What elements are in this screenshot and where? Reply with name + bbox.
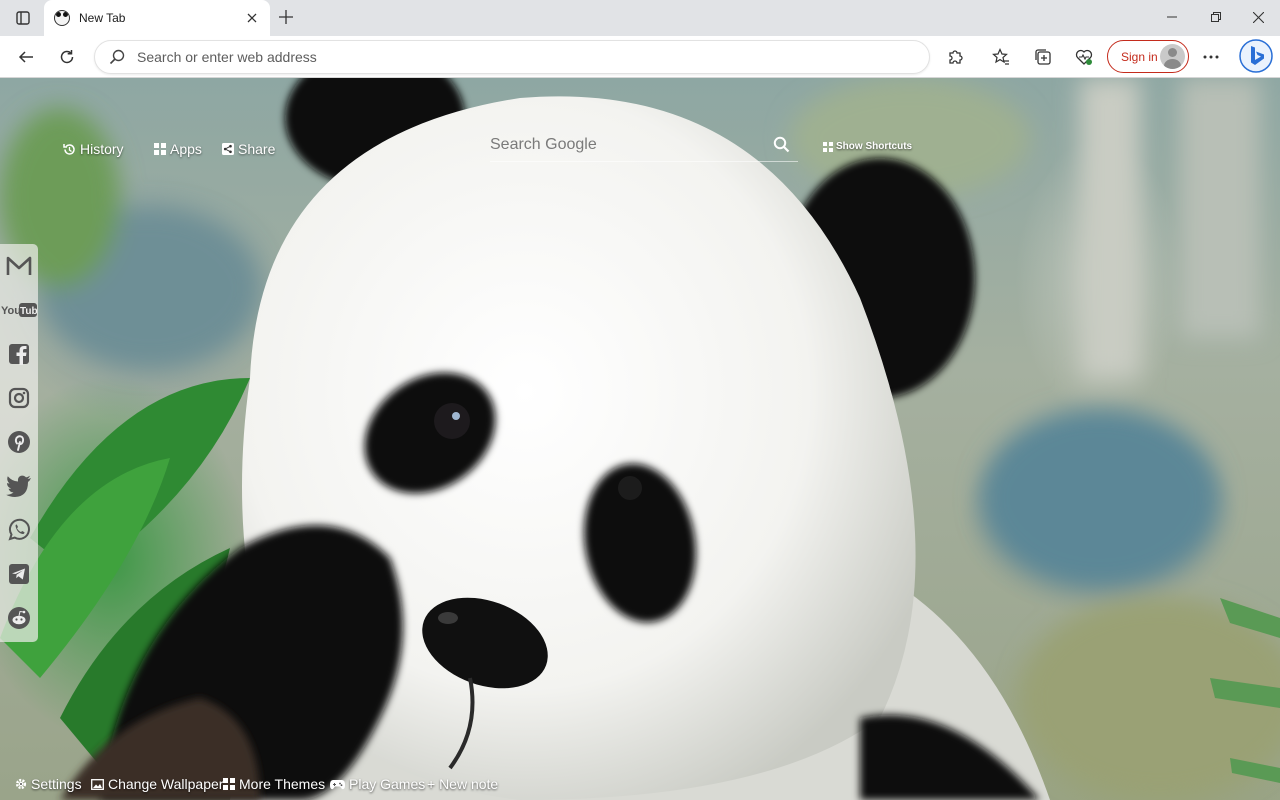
gmail-icon [6,256,32,275]
panda-wallpaper [0,78,1280,800]
pinterest-icon [8,431,30,453]
tab-close-button[interactable] [240,6,264,30]
youtube-icon: YouTube [1,303,37,317]
twitter-icon [6,475,31,497]
more-themes-label: More Themes [239,776,326,792]
sign-in-button[interactable]: Sign in [1107,40,1189,73]
telegram-link[interactable] [0,554,38,594]
bing-icon [1239,39,1273,73]
history-link[interactable]: History [63,140,124,158]
themes-grid-icon [223,778,235,790]
telegram-icon [9,564,29,584]
reddit-icon [8,607,30,629]
back-button[interactable] [10,41,42,73]
google-search-box [490,128,798,162]
close-icon [1252,11,1264,23]
tab-actions-icon [16,11,30,25]
instagram-icon [8,387,30,409]
new-note-link[interactable]: + New note [427,775,498,793]
play-games-link[interactable]: Play Games [330,775,425,793]
refresh-button[interactable] [51,41,83,73]
search-icon [773,136,789,153]
sign-in-label: Sign in [1121,49,1158,64]
minimize-icon [1167,16,1177,18]
restore-button[interactable] [1194,0,1238,34]
profile-avatar-icon [1160,44,1185,69]
tab-actions-button[interactable] [8,4,38,32]
grid-icon [823,141,833,152]
pinterest-link[interactable] [0,422,38,462]
gear-icon [15,778,27,790]
search-icon [109,49,125,65]
restore-icon [1211,12,1221,22]
toolbar: Sign in [0,36,1280,78]
back-arrow-icon [18,51,33,63]
reddit-link[interactable] [0,598,38,638]
plus-icon [279,10,293,24]
history-icon [63,143,75,155]
play-games-label: Play Games [349,776,426,792]
new-tab-button[interactable] [274,5,298,29]
facebook-icon [9,344,29,365]
more-themes-link[interactable]: More Themes [223,775,325,793]
google-search-button[interactable] [770,134,792,156]
instagram-link[interactable] [0,378,38,418]
twitter-link[interactable] [0,466,38,506]
change-wallpaper-label: Change Wallpaper [108,776,224,792]
new-note-label: + New note [427,776,499,792]
apps-grid-icon [154,143,166,155]
history-label: History [80,141,124,157]
facebook-link[interactable] [0,334,38,374]
svg-text:Tube: Tube [20,306,37,317]
social-sidebar: YouTube [0,244,38,642]
share-link[interactable]: Share [222,140,275,158]
gmail-link[interactable] [0,246,38,286]
tab-title: New Tab [79,11,126,25]
collections-icon [1035,49,1051,65]
share-icon [222,143,234,155]
collections-button[interactable] [1027,41,1059,73]
whatsapp-link[interactable] [0,510,38,550]
settings-label: Settings [31,776,82,792]
close-window-button[interactable] [1236,0,1280,34]
apps-label: Apps [170,141,202,157]
heart-pulse-icon [1075,49,1093,65]
settings-more-button[interactable] [1195,41,1227,73]
new-tab-page: History Apps Share Show Shortcuts YouTub… [0,78,1280,800]
settings-link[interactable]: Settings [15,775,82,793]
show-shortcuts-button[interactable]: Show Shortcuts [823,141,912,152]
whatsapp-icon [8,518,30,541]
favorites-button[interactable] [985,41,1017,73]
google-search-input[interactable] [490,135,770,154]
puzzle-icon [949,50,963,64]
panda-favicon-icon [54,10,70,26]
share-label: Share [238,141,276,157]
refresh-icon [60,50,74,64]
change-wallpaper-link[interactable]: Change Wallpaper [91,775,223,793]
active-tab[interactable]: New Tab [44,0,270,36]
browser-essentials-button[interactable] [1068,41,1100,73]
extensions-button[interactable] [940,41,972,73]
more-dots-icon [1203,55,1219,59]
svg-text:You: You [1,305,21,317]
apps-link[interactable]: Apps [154,140,202,158]
close-icon [247,13,257,23]
show-shortcuts-label: Show Shortcuts [836,141,913,152]
star-list-icon [992,48,1009,65]
address-input[interactable] [137,49,837,65]
title-bar: New Tab [0,0,1280,36]
gamepad-icon [330,779,345,789]
minimize-button[interactable] [1150,0,1194,34]
address-bar[interactable] [94,40,930,74]
wallpaper-icon [91,778,104,790]
youtube-link[interactable]: YouTube [0,290,38,330]
bing-copilot-button[interactable] [1238,38,1274,74]
